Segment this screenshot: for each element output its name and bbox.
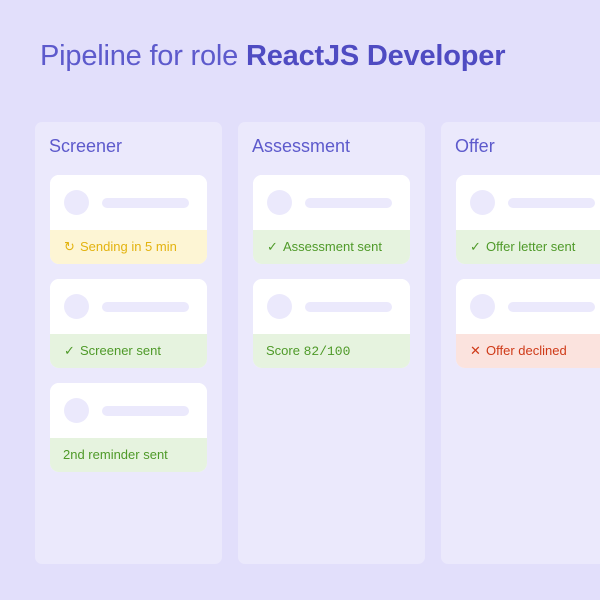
column-title: Assessment	[252, 136, 351, 156]
column-title: Offer	[455, 136, 495, 156]
score-value: 82/100	[303, 344, 351, 359]
candidate-name-placeholder	[102, 198, 189, 208]
avatar	[64, 294, 89, 319]
candidate-card[interactable]: ✓ Assessment sent	[253, 175, 410, 264]
check-icon: ✓	[64, 343, 75, 358]
candidate-card[interactable]: ✕ Offer declined	[456, 279, 600, 368]
candidate-card[interactable]: ✓ Offer letter sent	[456, 175, 600, 264]
check-icon: ✓	[470, 239, 481, 254]
status-badge: 2nd reminder sent	[50, 438, 207, 472]
candidate-card[interactable]: 2nd reminder sent	[50, 383, 207, 472]
candidate-name-placeholder	[305, 198, 392, 208]
candidate-info	[50, 279, 207, 334]
page-title: Pipeline for role ReactJS Developer	[40, 40, 506, 73]
pipeline-column-offer: Offer ✓ Offer letter sent ✕ Offer declined	[441, 122, 600, 564]
avatar	[64, 398, 89, 423]
status-badge: ✓ Offer letter sent	[456, 230, 600, 264]
candidate-info	[253, 279, 410, 334]
candidate-info	[50, 175, 207, 230]
avatar	[470, 190, 495, 215]
candidate-info	[50, 383, 207, 438]
candidate-card[interactable]: Score 82/100	[253, 279, 410, 368]
status-text: Screener sent	[80, 343, 161, 358]
candidate-info	[253, 175, 410, 230]
candidate-name-placeholder	[102, 302, 189, 312]
status-text: Offer declined	[486, 343, 567, 358]
role-name: ReactJS Developer	[245, 40, 506, 72]
candidate-info	[456, 279, 600, 334]
status-badge: ✓ Screener sent	[50, 334, 207, 368]
status-badge: ✓ Assessment sent	[253, 230, 410, 264]
candidate-name-placeholder	[508, 198, 595, 208]
check-icon: ✓	[267, 239, 278, 254]
status-badge: Score 82/100	[253, 334, 410, 368]
candidate-name-placeholder	[305, 302, 392, 312]
status-text: 2nd reminder sent	[63, 447, 168, 462]
candidate-card[interactable]: ↻ Sending in 5 min	[50, 175, 207, 264]
pipeline-column-screener: Screener ↻ Sending in 5 min ✓ Screener sen…	[35, 122, 222, 564]
avatar	[267, 294, 292, 319]
column-title: Screener	[49, 136, 123, 156]
pipeline-column-assessment: Assessment ✓ Assessment sent Score 82/100	[238, 122, 425, 564]
candidate-name-placeholder	[508, 302, 595, 312]
avatar	[267, 190, 292, 215]
score-label: Score	[266, 343, 300, 358]
candidate-info	[456, 175, 600, 230]
page-title-prefix: Pipeline for role	[40, 40, 239, 72]
close-icon: ✕	[470, 343, 481, 358]
candidate-card[interactable]: ✓ Screener sent	[50, 279, 207, 368]
status-text: Offer letter sent	[486, 239, 576, 254]
status-badge: ↻ Sending in 5 min	[50, 230, 207, 264]
candidate-name-placeholder	[102, 406, 189, 416]
refresh-icon: ↻	[64, 239, 75, 254]
avatar	[64, 190, 89, 215]
status-badge: ✕ Offer declined	[456, 334, 600, 368]
status-text: Assessment sent	[283, 239, 382, 254]
status-text: Sending in 5 min	[80, 239, 177, 254]
avatar	[470, 294, 495, 319]
